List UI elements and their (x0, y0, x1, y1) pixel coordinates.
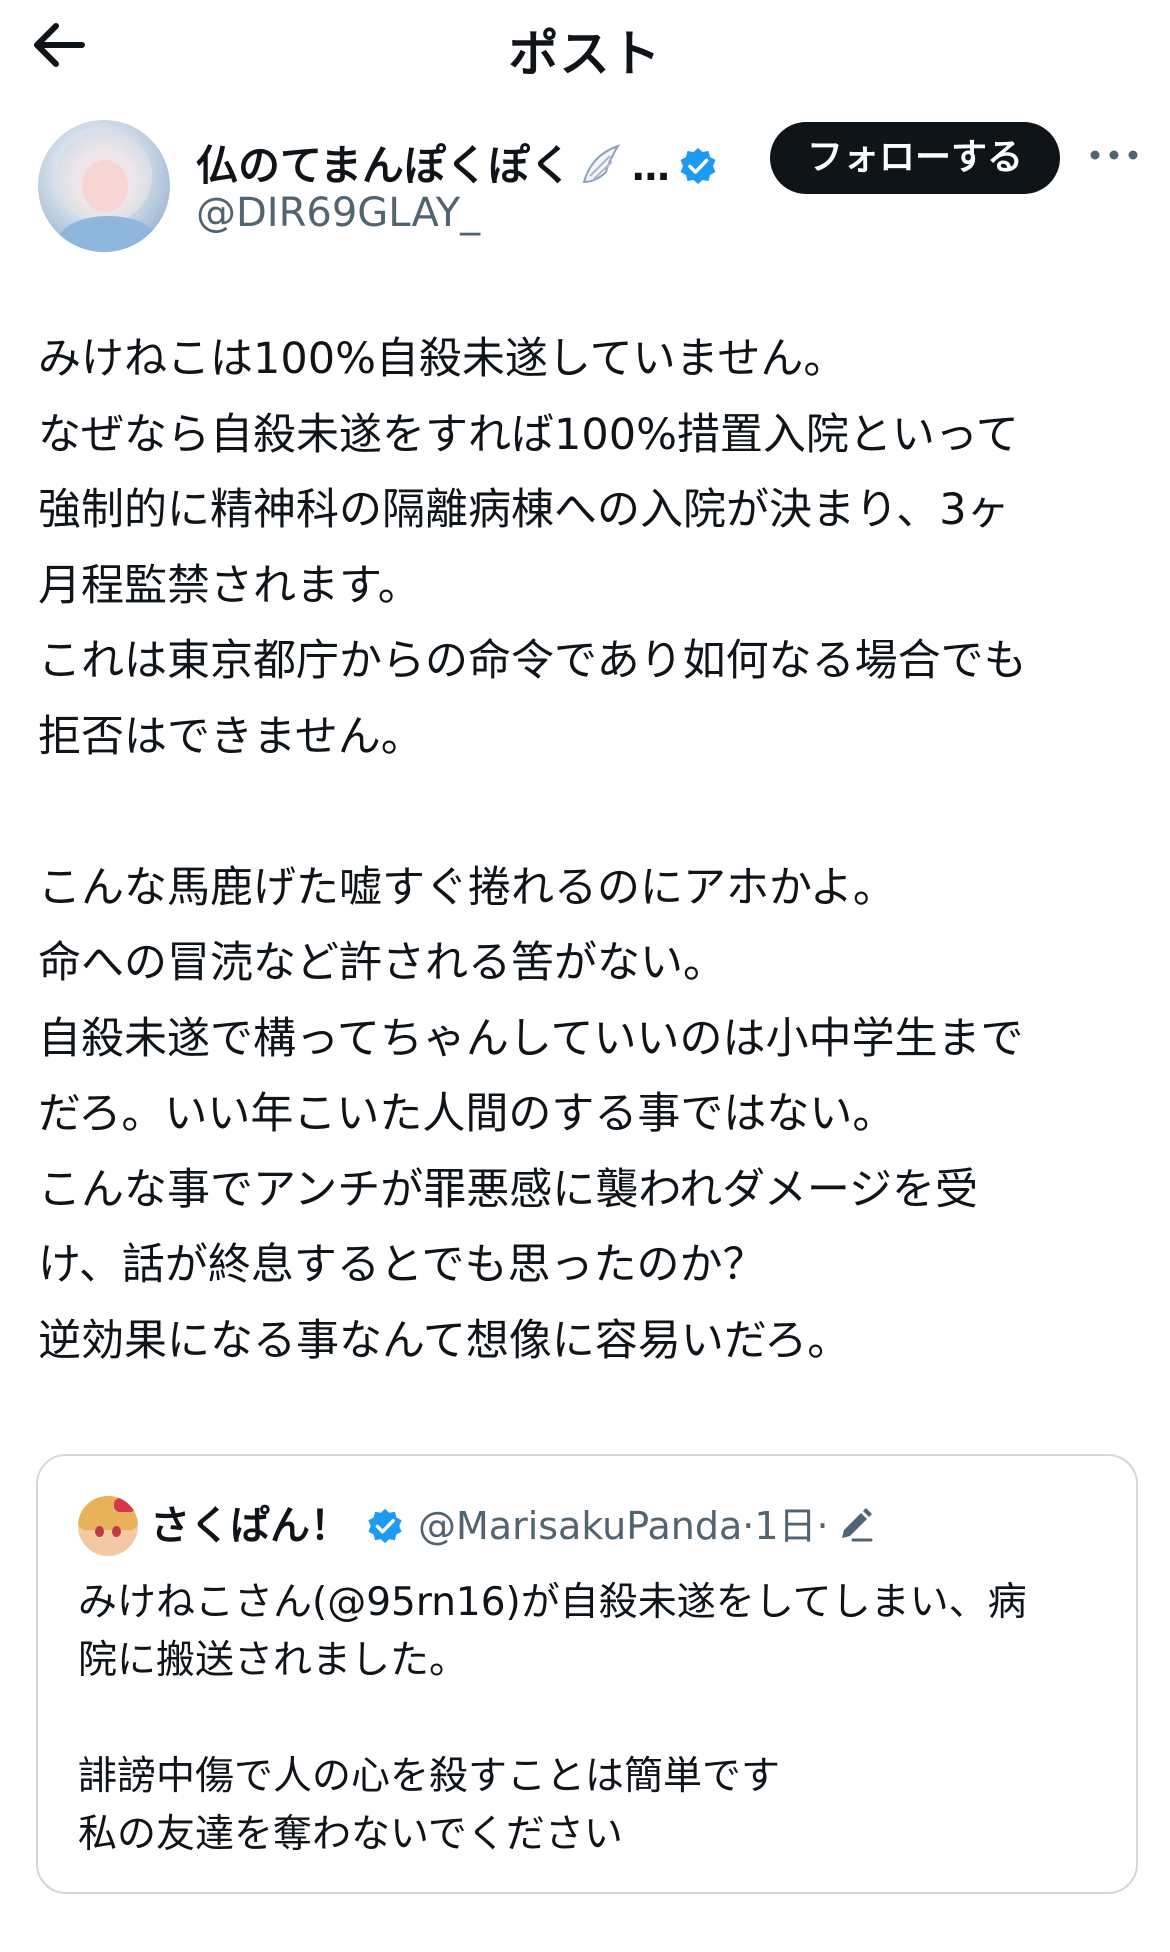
quoted-post-header: さくぱん！ @MarisakuPanda·1日· (150, 1496, 875, 1556)
edit-pencil-icon (841, 1508, 873, 1542)
quoted-handle: @MarisakuPanda (418, 1504, 743, 1548)
post-line: これは東京都庁からの命令であり如何なる場合でも (38, 636, 1027, 686)
name-ellipsis: … (631, 145, 670, 189)
post-line: みけねこは100%自殺未遂していません。 (38, 334, 847, 384)
post-author: 仏のてまんぽくぽく … @DIR69GLAY_ フォローする (0, 110, 1170, 260)
author-name-text: 仏のてまんぽくぽく (196, 141, 572, 190)
post-line: 強制的に精神科の隔離病棟への入院が決まり、3ヶ (38, 485, 1010, 535)
quoted-line: 院に搬送されました。 (78, 1638, 469, 1683)
quoted-line: 誹謗中傷で人の心を殺すことは簡単です (78, 1754, 781, 1799)
post-line: 拒否はできません。 (38, 711, 424, 762)
author-handle[interactable]: @DIR69GLAY_ (196, 190, 480, 236)
post-line (38, 775, 1138, 851)
post-text: みけねこは100%自殺未遂していません。 なぜなら自殺未遂をすれば100%措置入… (38, 322, 1138, 1379)
quoted-line (78, 1690, 1108, 1748)
author-display-name[interactable]: 仏のてまんぽくぽく … (196, 132, 718, 193)
post-line: け、話が終息するとでも思ったのか？ (38, 1240, 766, 1290)
verified-badge-icon (680, 148, 716, 184)
avatar[interactable] (38, 120, 170, 252)
quoted-line: 私の友達を奪わないでください (78, 1812, 623, 1857)
post-line: 自殺未遂で構ってちゃんしていいのは小中学生まで (38, 1013, 1024, 1064)
quoted-post-card[interactable]: さくぱん！ @MarisakuPanda·1日· みけねこさん(@95rn16)… (36, 1454, 1138, 1894)
post-line: こんな馬鹿げた嘘すぐ捲れるのにアホかよ。 (38, 862, 896, 913)
wing-emoji-icon (582, 144, 621, 184)
quoted-line: みけねこさん(@95rn16)が自殺未遂をしてしまい、病 (78, 1580, 1027, 1625)
more-horizontal-icon[interactable] (1088, 140, 1140, 170)
separator-dot: · (742, 1504, 755, 1548)
quoted-post-text: みけねこさん(@95rn16)が自殺未遂をしてしまい、病 院に搬送されました。 … (78, 1574, 1108, 1864)
quoted-avatar (78, 1496, 138, 1556)
post-line: 逆効果になる事なんて想像に容易いだろ。 (38, 1315, 851, 1366)
separator-dot: · (816, 1504, 829, 1548)
quoted-display-name: さくぱん！ (150, 1503, 350, 1549)
follow-button[interactable]: フォローする (770, 122, 1060, 194)
verified-badge-icon (368, 1508, 402, 1544)
post-line: 月程監禁されます。 (38, 560, 421, 611)
post-line: こんな事でアンチが罪悪感に襲われダメージを受 (38, 1164, 978, 1215)
post-line: なぜなら自殺未遂をすれば100%措置入院といって (38, 409, 1019, 460)
page-title: ポスト (508, 25, 662, 83)
quoted-timestamp: 1日 (754, 1504, 817, 1548)
post-line: 命への冒涜など許される筈がない。 (38, 938, 726, 988)
post-line: だろ。いい年こいた人間のする事ではない。 (38, 1089, 896, 1139)
top-bar: ポスト (0, 0, 1170, 90)
